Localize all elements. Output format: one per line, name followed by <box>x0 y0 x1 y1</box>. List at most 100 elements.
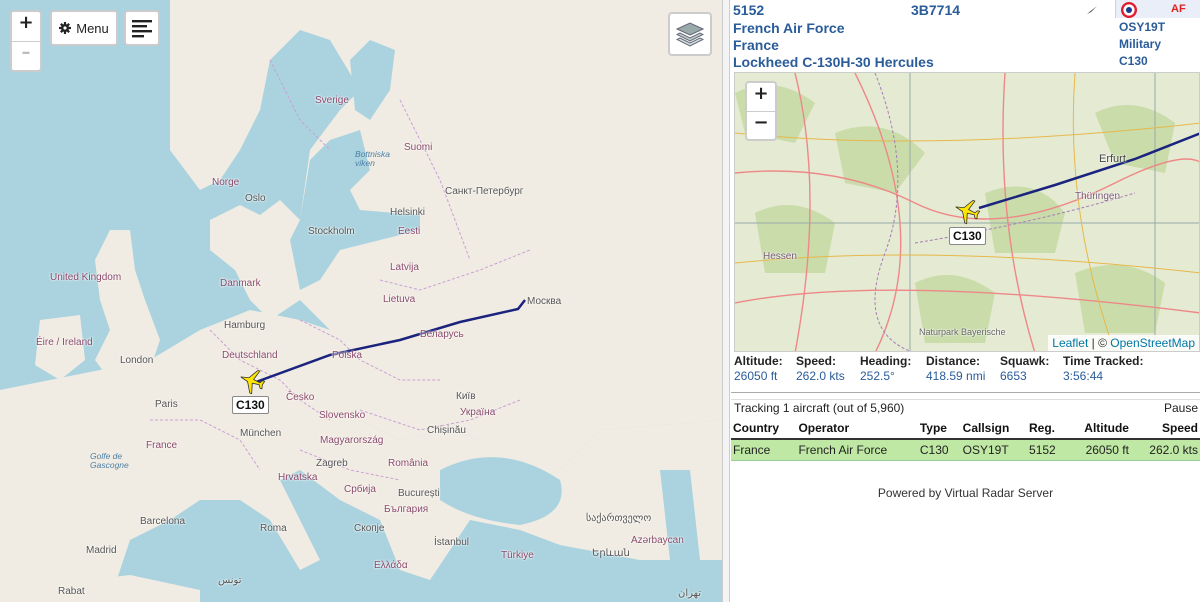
label-belarus: Беларусь <box>420 329 464 340</box>
column-header-type[interactable]: Type <box>917 418 961 440</box>
label-madrid: Madrid <box>86 545 117 556</box>
label-chisinau: Chișinău <box>427 425 466 436</box>
cell-operator: French Air Force <box>796 439 918 461</box>
stat-squawk: Squawk: 6653 <box>1000 354 1049 383</box>
label-london: London <box>120 355 154 366</box>
mini-zoom-out-button[interactable]: − <box>747 111 775 139</box>
detail-country: France <box>733 37 779 53</box>
stat-value: 6653 <box>1000 369 1027 383</box>
table-row[interactable]: France French Air Force C130 OSY19T 5152… <box>731 439 1200 461</box>
label-turkiye: Türkiye <box>501 550 534 561</box>
column-header-altitude[interactable]: Altitude <box>1067 418 1131 440</box>
label-ellada: Ελλάδα <box>374 560 408 571</box>
stat-heading: Heading: 252.5° <box>860 354 911 383</box>
aircraft-detail-header: 5152 3B7714 French Air Force France Lock… <box>731 0 1200 70</box>
label-romania: România <box>388 458 429 469</box>
cell-country: France <box>731 439 797 461</box>
label-latvija: Latvija <box>390 262 419 273</box>
label-spb: Санкт-Петербург <box>445 186 524 197</box>
column-header-callsign[interactable]: Callsign <box>960 418 1028 440</box>
label-azerbaycan: Azərbaycan <box>631 535 684 546</box>
mini-aircraft-label[interactable]: C130 <box>949 227 986 245</box>
map-attribution: Leaflet | © OpenStreetMap <box>1048 335 1199 351</box>
label-magyarorszag: Magyarország <box>320 435 384 446</box>
detail-mini-map[interactable]: Erfurt Thüringen Hessen Naturpark Bayeri… <box>734 72 1200 352</box>
label-stockholm: Stockholm <box>308 226 355 237</box>
cell-type: C130 <box>917 439 961 461</box>
menu-button[interactable]: Menu <box>50 10 118 46</box>
mini-label-thuringen: Thüringen <box>1075 191 1121 202</box>
stat-value: 252.5° <box>860 369 895 383</box>
menu-label: Menu <box>76 20 109 36</box>
cell-speed: 262.0 kts <box>1130 439 1200 461</box>
panel-splitter[interactable] <box>722 0 730 602</box>
label-golfe-gascogne: Golfe de Gascogne <box>90 451 129 470</box>
stat-value: 26050 ft <box>734 369 778 383</box>
detail-category: Military <box>1119 37 1162 51</box>
stat-altitude: Altitude: 26050 ft <box>734 354 783 383</box>
map-tiles <box>0 0 722 602</box>
mini-label-erfurt: Erfurt <box>1099 153 1126 165</box>
cell-reg: 5152 <box>1027 439 1068 461</box>
details-panel: 5152 3B7714 French Air Force France Lock… <box>731 0 1200 602</box>
aircraft-label[interactable]: C130 <box>232 396 269 414</box>
column-header-operator[interactable]: Operator <box>796 418 918 440</box>
detail-type: C130 <box>1119 54 1148 68</box>
stat-label: Squawk: <box>1000 354 1050 368</box>
aircraft-list-table: Country Operator Type Callsign Reg. Alti… <box>731 418 1200 461</box>
label-tunis: تونس <box>218 575 242 586</box>
stat-label: Heading: <box>860 354 912 368</box>
stat-value: 262.0 kts <box>796 369 845 383</box>
label-slovensko: Slovensko <box>319 410 366 421</box>
stat-time-tracked: Time Tracked: 3:56:44 <box>1063 354 1143 383</box>
label-barcelona: Barcelona <box>140 516 186 527</box>
panel-resize-handle[interactable] <box>731 392 1200 400</box>
label-zagreb: Zagreb <box>316 458 348 469</box>
aircraft-list-toggle-button[interactable] <box>124 10 160 46</box>
roundel-icon <box>1121 2 1137 18</box>
stat-value: 3:56:44 <box>1063 369 1104 383</box>
stat-value: 418.59 nmi <box>926 369 986 383</box>
mini-zoom-in-button[interactable]: + <box>747 83 775 111</box>
zoom-in-button[interactable]: + <box>12 12 40 41</box>
column-header-speed[interactable]: Speed <box>1130 418 1200 440</box>
layers-button[interactable] <box>668 12 712 56</box>
label-norge: Norge <box>212 177 240 188</box>
zoom-out-button[interactable]: – <box>12 41 40 70</box>
label-istanbul: İstanbul <box>434 537 470 548</box>
label-roma: Roma <box>260 523 287 534</box>
detail-operator: French Air Force <box>733 20 845 36</box>
detail-model: Lockheed C-130H-30 Hercules <box>733 54 934 70</box>
tracking-count: Tracking 1 aircraft (out of 5,960) <box>734 401 905 415</box>
main-map[interactable]: Sverige Suomi Norge Oslo Helsinki Stockh… <box>0 0 722 602</box>
gear-icon <box>59 22 72 34</box>
leaflet-link[interactable]: Leaflet <box>1052 336 1088 350</box>
label-eesti: Eesti <box>398 226 421 237</box>
label-helsinki: Helsinki <box>390 207 426 218</box>
mini-zoom-control: + − <box>745 81 777 141</box>
mini-map-tiles <box>735 73 1199 351</box>
flight-stats: Altitude: 26050 ft Speed: 262.0 kts Head… <box>734 354 1200 390</box>
list-icon <box>132 20 152 38</box>
table-header-row: Country Operator Type Callsign Reg. Alti… <box>731 418 1200 440</box>
stat-label: Distance: <box>926 354 981 368</box>
label-moskva: Москва <box>527 296 562 307</box>
label-rabat: Rabat <box>58 586 85 597</box>
stat-distance: Distance: 418.59 nmi <box>926 354 985 383</box>
label-cesko: Česko <box>286 392 315 403</box>
heading-arrow-icon <box>1087 6 1097 14</box>
column-header-reg[interactable]: Reg. <box>1027 418 1068 440</box>
operator-flag-text: AF <box>1171 3 1186 15</box>
label-kyiv: Київ <box>456 391 476 402</box>
label-lietuva: Lietuva <box>383 294 416 305</box>
column-header-country[interactable]: Country <box>731 418 797 440</box>
cell-altitude: 26050 ft <box>1067 439 1131 461</box>
pause-button[interactable]: Pause <box>1164 401 1198 415</box>
osm-link[interactable]: OpenStreetMap <box>1110 336 1195 350</box>
stat-label: Altitude: <box>734 354 783 368</box>
label-tehran: تهران <box>678 588 702 599</box>
label-polska: Polska <box>332 350 363 361</box>
cell-callsign: OSY19T <box>960 439 1028 461</box>
label-suomi: Suomi <box>404 142 433 153</box>
label-danmark: Danmark <box>220 278 261 289</box>
